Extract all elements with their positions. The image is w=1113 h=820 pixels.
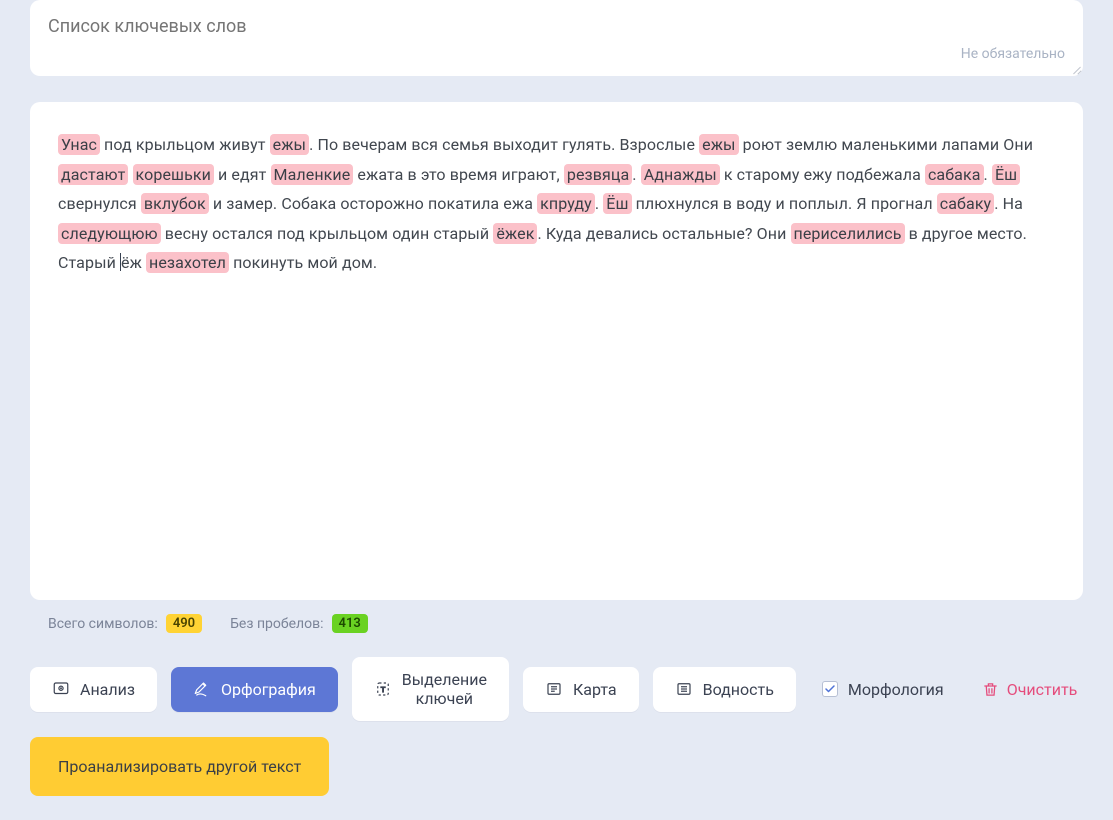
clear-label: Очистить — [1007, 680, 1078, 699]
error-highlight[interactable]: ёжек — [493, 223, 537, 244]
stat-total-label: Всего символов: — [48, 616, 158, 632]
spelling-tab[interactable]: Орфография — [171, 667, 338, 712]
trash-icon — [982, 681, 999, 698]
analyze-another-button[interactable]: Проанализировать другой текст — [30, 737, 329, 796]
error-highlight[interactable]: периселились — [791, 223, 905, 244]
spelling-label: Орфография — [221, 680, 316, 699]
checkbox-icon — [822, 681, 838, 697]
map-tab[interactable]: Карта — [523, 667, 639, 712]
analysis-label: Анализ — [80, 680, 135, 699]
map-label: Карта — [573, 680, 617, 699]
svg-text:T: T — [380, 685, 385, 694]
resize-handle-icon[interactable] — [1071, 64, 1081, 74]
map-icon — [545, 680, 563, 698]
analysis-icon — [52, 680, 70, 698]
error-highlight[interactable]: Аднажды — [641, 164, 720, 185]
morphology-label: Морфология — [848, 680, 944, 699]
water-label: Водность — [703, 680, 774, 699]
text-cursor — [120, 253, 121, 271]
spelling-icon — [193, 680, 211, 698]
water-icon — [675, 680, 693, 698]
error-highlight[interactable]: следующюю — [58, 223, 161, 244]
clear-button[interactable]: Очистить — [970, 667, 1090, 712]
error-highlight[interactable]: Ёш — [992, 164, 1020, 185]
text-content-panel[interactable]: Унас под крыльцом живут ежы. По вечерам … — [30, 102, 1083, 600]
error-highlight[interactable]: кпруду — [537, 193, 595, 214]
toolbar: Анализ Орфография T Выделение ключей Кар… — [30, 647, 1083, 737]
analysis-tab[interactable]: Анализ — [30, 667, 157, 712]
error-highlight[interactable]: Ёш — [603, 193, 631, 214]
error-highlight[interactable]: резвяца — [564, 164, 632, 185]
keywords-input-area[interactable]: Не обязательно — [30, 0, 1083, 76]
error-highlight[interactable]: дастают — [58, 164, 128, 185]
error-highlight[interactable]: сабаку — [937, 193, 994, 214]
stats-row: Всего символов: 490 Без пробелов: 413 — [30, 600, 1083, 647]
error-highlight[interactable]: Маленкие — [271, 164, 354, 185]
keywords-input[interactable] — [48, 16, 1065, 37]
error-highlight[interactable]: незахотел — [146, 252, 229, 273]
keywords-hint: Не обязательно — [961, 46, 1065, 62]
keys-label: Выделение ключей — [402, 670, 487, 708]
stat-nospaces-label: Без пробелов: — [230, 616, 323, 632]
stat-total-badge: 490 — [166, 614, 202, 633]
error-highlight[interactable]: вклубок — [141, 193, 209, 214]
error-highlight[interactable]: корешьки — [133, 164, 214, 185]
stat-nospaces-badge: 413 — [332, 614, 368, 633]
error-highlight[interactable]: Унас — [58, 134, 100, 155]
error-highlight[interactable]: ежы — [270, 134, 309, 155]
error-highlight[interactable]: ежы — [699, 134, 738, 155]
keys-icon: T — [374, 680, 392, 698]
morphology-toggle[interactable]: Морфология — [810, 667, 956, 712]
error-highlight[interactable]: сабака — [925, 164, 984, 185]
keys-tab[interactable]: T Выделение ключей — [352, 657, 509, 721]
water-tab[interactable]: Водность — [653, 667, 796, 712]
